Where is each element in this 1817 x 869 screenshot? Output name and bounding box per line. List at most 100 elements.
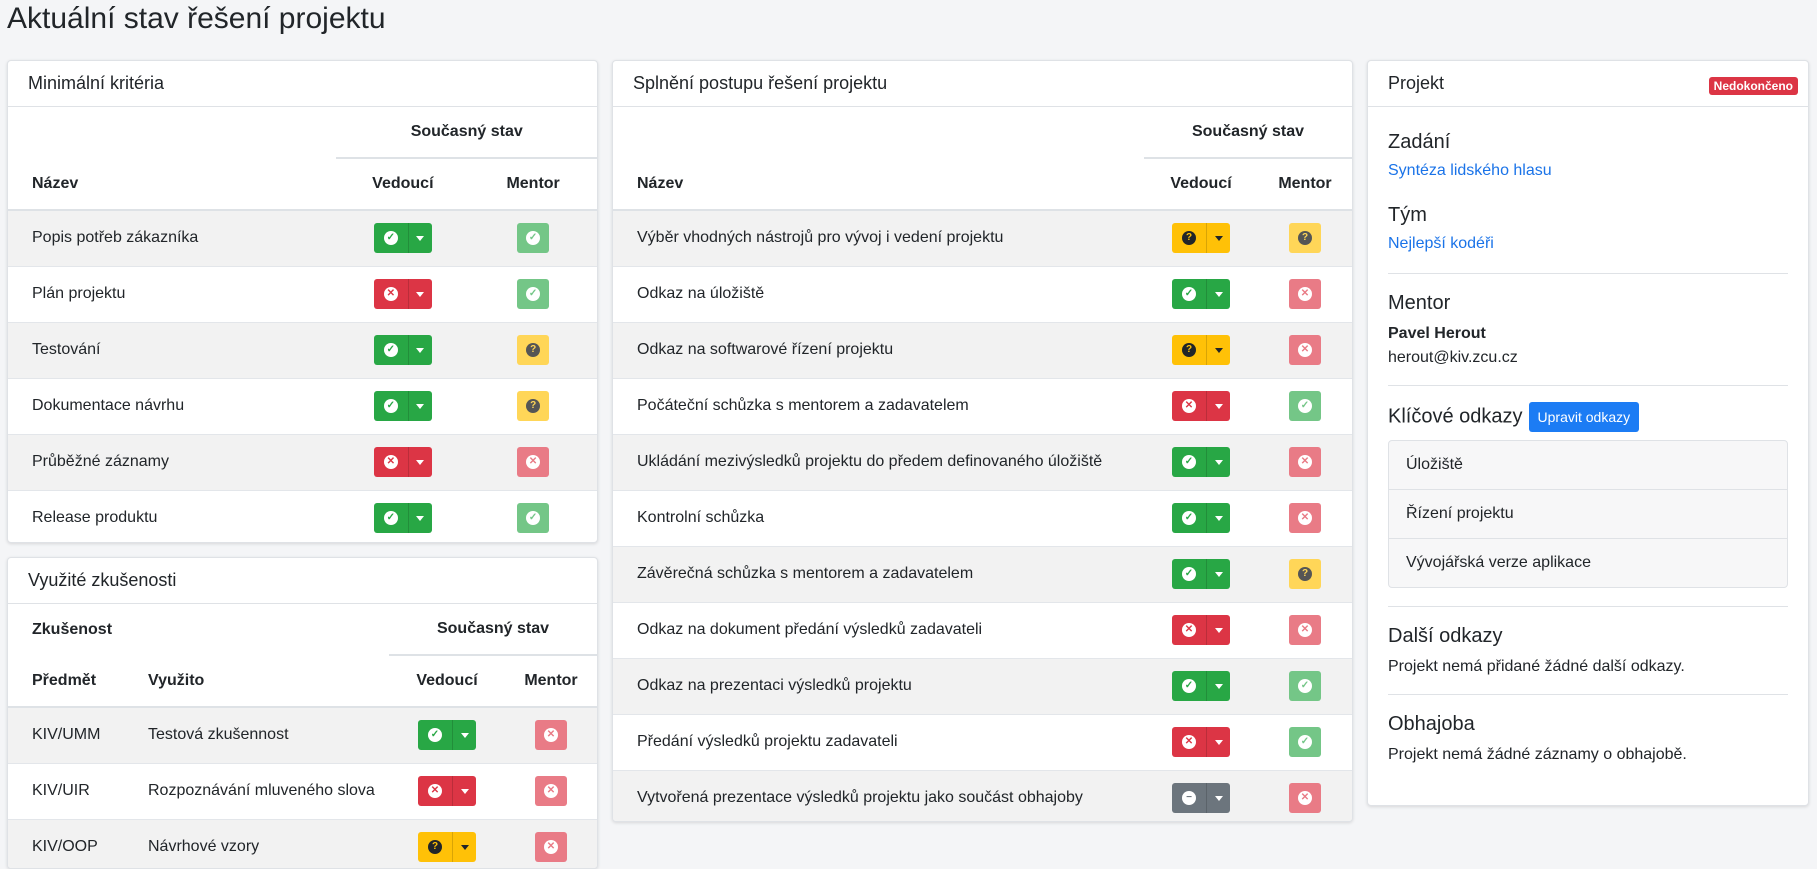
lead-status-dropdown[interactable]: ✕ — [1172, 391, 1230, 421]
table-row: Závěrečná schůzka s mentorem a zadavatel… — [613, 546, 1352, 602]
team-link[interactable]: Nejlepší kodéři — [1388, 235, 1494, 252]
col-lead: Vedoucí — [336, 158, 470, 211]
mentor-cell: ✕ — [505, 707, 597, 763]
project-card: Projekt Nedokončeno Zadání Syntéza lidsk… — [1367, 60, 1809, 806]
lead-cell: ✕ — [336, 266, 469, 322]
lead-cell: ✓ — [336, 490, 469, 542]
lead-cell: ✓ — [336, 378, 469, 434]
subject-cell: KIV/UIR — [32, 782, 90, 799]
lead-status-dropdown[interactable]: ? — [1172, 335, 1230, 365]
table-row: Odkaz na softwarové řízení projektu? ✕ — [613, 322, 1352, 378]
times-circle-icon: ✕ — [1298, 455, 1312, 469]
lead-cell: ✕ — [1144, 714, 1258, 770]
lead-status-dropdown[interactable]: ✓ — [373, 223, 432, 254]
progress-table: Současný stav Název Vedoucí Mentor Výběr… — [613, 107, 1352, 821]
name-cell: Testování — [32, 341, 101, 358]
table-row: Release produktu ✓ ✓ — [8, 490, 597, 542]
key-links-heading: Klíčové odkazy — [1388, 405, 1523, 428]
lead-cell: − — [1144, 770, 1258, 821]
lead-cell: ? — [1144, 210, 1258, 266]
chevron-down-icon — [407, 391, 432, 421]
mentor-status-badge: ✕ — [535, 776, 567, 806]
lead-cell: ✓ — [336, 210, 469, 266]
chevron-down-icon — [1206, 559, 1230, 589]
name-cell: Vytvořená prezentace výsledků projektu j… — [637, 789, 1083, 807]
lead-status-dropdown[interactable]: ✕ — [418, 776, 476, 806]
chevron-down-icon — [407, 503, 432, 534]
status-badge: Nedokončeno — [1708, 77, 1798, 95]
progress-title: Splnění postupu řešení projektu — [613, 61, 1352, 107]
col-subject: Předmět — [8, 655, 147, 708]
lead-status-dropdown[interactable]: ? — [1172, 223, 1230, 254]
mentor-cell: ✓ — [469, 490, 597, 542]
name-cell: Ukládání mezivýsledků projektu do předem… — [637, 453, 1103, 470]
mentor-status-badge: ✓ — [1289, 391, 1321, 421]
lead-status-dropdown[interactable]: ✓ — [1172, 671, 1230, 701]
name-cell: Popis potřeb zákazníka — [32, 229, 199, 247]
times-circle-icon: ✕ — [1298, 623, 1312, 637]
chevron-down-icon — [1206, 671, 1230, 701]
mentor-status-badge: ✓ — [1289, 671, 1321, 701]
lead-status-dropdown[interactable]: ✕ — [373, 279, 432, 309]
key-link-repository[interactable]: Úložiště — [1389, 441, 1787, 489]
minus-circle-icon: − — [1172, 791, 1206, 806]
lead-status-dropdown[interactable]: ✕ — [1172, 727, 1230, 757]
chevron-down-icon — [452, 720, 476, 751]
mentor-cell: ✕ — [1258, 602, 1352, 658]
mentor-status-badge: ? — [517, 391, 550, 421]
mentor-cell: ? — [1258, 210, 1352, 266]
mentor-cell: ✓ — [1258, 378, 1352, 434]
chevron-down-icon — [1206, 727, 1230, 757]
chevron-down-icon — [407, 335, 432, 365]
edit-links-button[interactable]: Upravit odkazy — [1528, 402, 1640, 432]
mentor-cell: ✕ — [1258, 322, 1352, 378]
mentor-status-badge: ✕ — [1289, 447, 1321, 477]
lead-status-dropdown[interactable]: ? — [418, 832, 476, 863]
lead-cell: ✓ — [1144, 490, 1258, 546]
mentor-status-badge: ? — [517, 335, 550, 365]
chevron-down-icon — [1206, 503, 1230, 533]
table-row: Vytvořená prezentace výsledků projektu j… — [613, 770, 1352, 821]
table-row: Počáteční schůzka s mentorem a zadavatel… — [613, 378, 1352, 434]
mentor-cell: ✕ — [1258, 266, 1352, 322]
min-criteria-table: Současný stav Název Vedoucí Mentor Popis… — [8, 107, 597, 542]
check-circle-icon: ✓ — [374, 343, 408, 357]
name-cell: Závěrečná schůzka s mentorem a zadavatel… — [637, 565, 974, 582]
lead-status-dropdown[interactable]: ✕ — [373, 447, 432, 477]
key-link-dev-version[interactable]: Vývojářská verze aplikace — [1389, 538, 1787, 587]
lead-status-dropdown[interactable]: ✓ — [373, 335, 432, 365]
lead-status-dropdown[interactable]: ✓ — [1172, 447, 1230, 477]
times-circle-icon: ✕ — [1172, 623, 1206, 637]
times-circle-icon: ✕ — [544, 784, 558, 798]
min-criteria-group-header: Současný stav — [336, 107, 597, 159]
lead-status-dropdown[interactable]: ✓ — [1172, 503, 1230, 533]
col-mentor: Mentor — [469, 158, 597, 211]
check-circle-icon: ✓ — [1172, 455, 1206, 469]
mentor-status-badge: ✕ — [1289, 279, 1321, 309]
lead-status-dropdown[interactable]: ✕ — [1172, 615, 1230, 645]
lead-cell: ✓ — [1144, 434, 1258, 490]
lead-status-dropdown[interactable]: ✓ — [418, 720, 476, 751]
mentor-cell: ✕ — [505, 763, 597, 819]
used-cell: Návrhové vzory — [148, 838, 260, 856]
key-link-project-management[interactable]: Řízení projektu — [1389, 489, 1787, 538]
mentor-status-badge: ✓ — [517, 503, 550, 534]
lead-status-dropdown[interactable]: ✓ — [1172, 559, 1230, 589]
mentor-status-badge: ✕ — [535, 832, 567, 863]
mentor-cell: ? — [1258, 546, 1352, 602]
mentor-cell: ✓ — [1258, 714, 1352, 770]
lead-status-dropdown[interactable]: − — [1172, 783, 1230, 814]
chevron-down-icon — [407, 279, 432, 309]
lead-status-dropdown[interactable]: ✓ — [373, 503, 432, 534]
lead-status-dropdown[interactable]: ✓ — [373, 391, 432, 421]
chevron-down-icon — [452, 776, 476, 806]
assignment-link[interactable]: Syntéza lidského hlasu — [1388, 162, 1552, 179]
check-circle-icon: ✓ — [1172, 287, 1206, 301]
mentor-cell: ✕ — [1258, 490, 1352, 546]
name-cell: Odkaz na softwarové řízení projektu — [637, 341, 894, 358]
name-cell: Dokumentace návrhu — [32, 397, 185, 414]
table-row: KIV/UMM Testová zkušennost ✓ ✕ — [8, 707, 597, 763]
mentor-cell: ✓ — [469, 210, 597, 266]
experience-card: Využité zkušenosti Zkušenost Současný st… — [7, 557, 598, 869]
lead-status-dropdown[interactable]: ✓ — [1172, 279, 1230, 309]
